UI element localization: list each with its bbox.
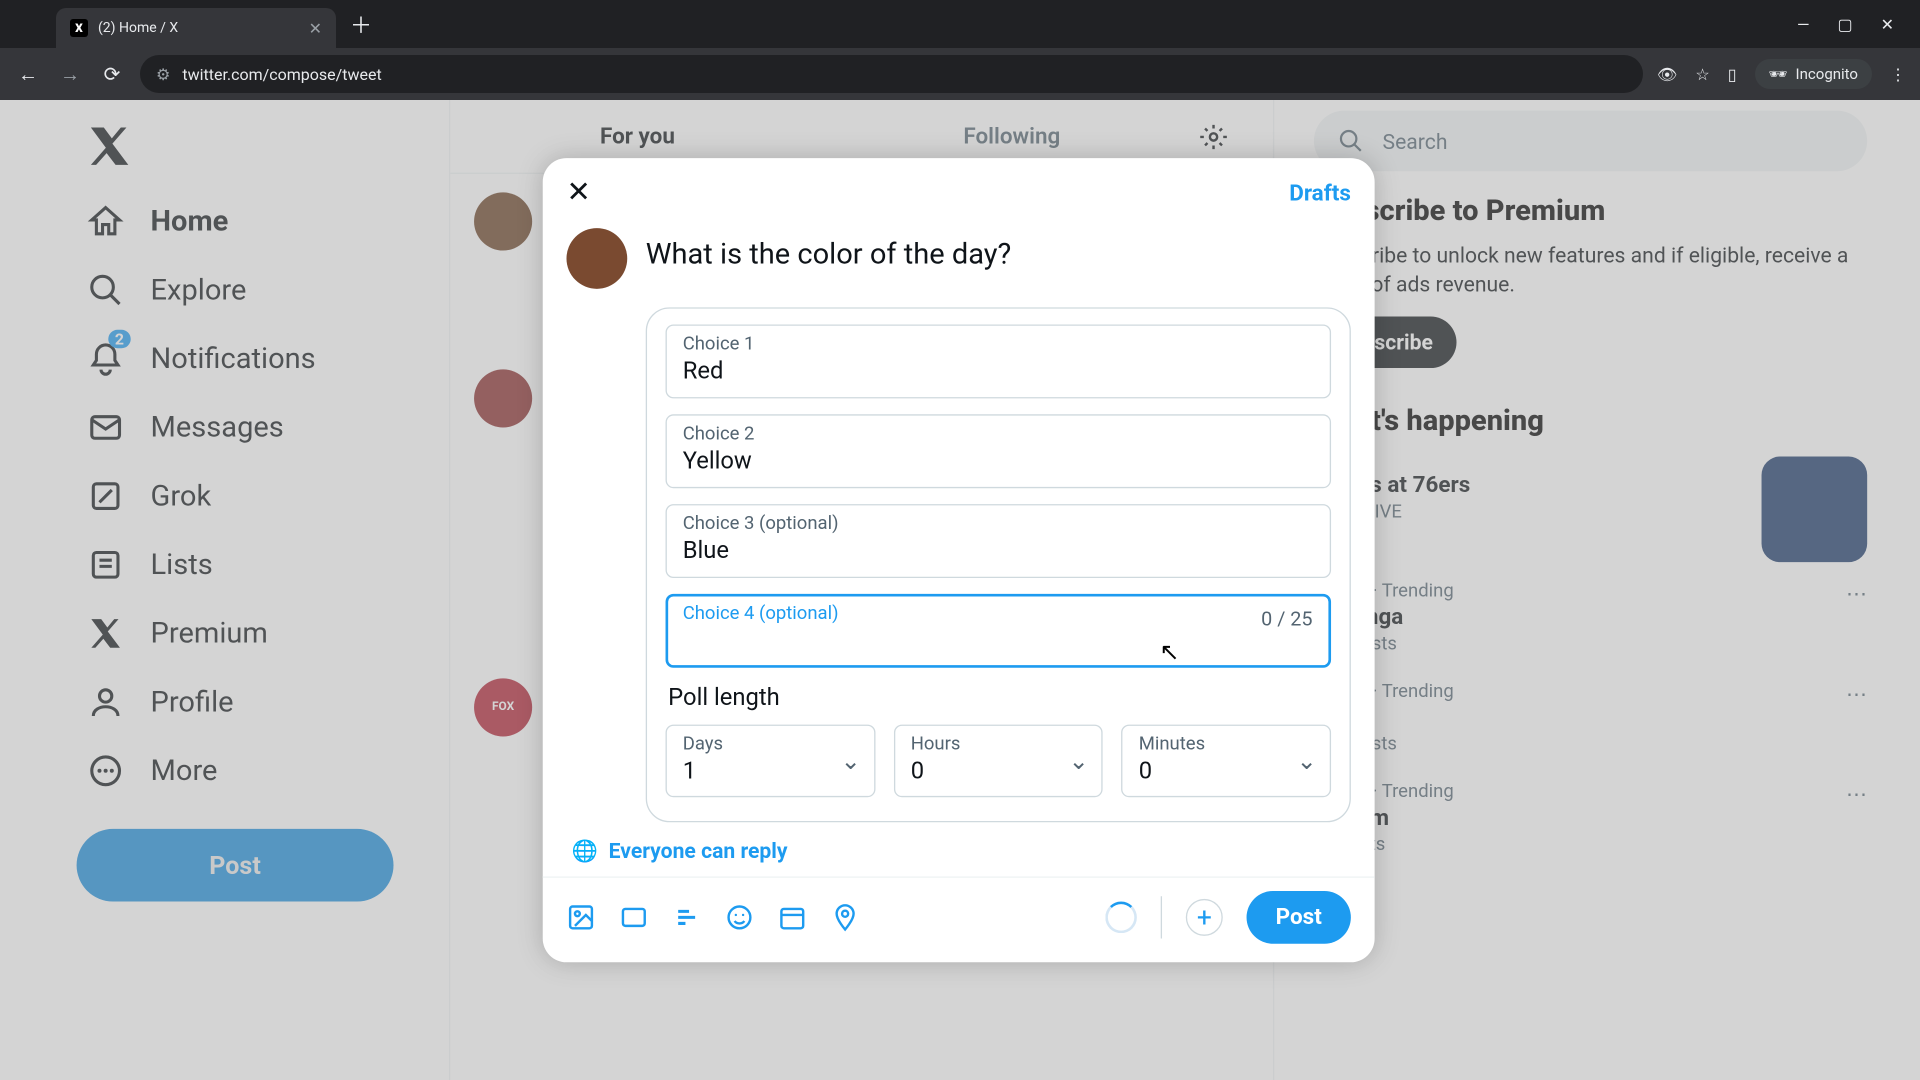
tab-title: (2) Home / X	[98, 20, 299, 36]
browser-tab-strip: X (2) Home / X ✕ ＋ — ▢ ✕	[0, 0, 1920, 48]
address-bar: ← → ⟳ ⚙ twitter.com/compose/tweet 👁 ☆ ▯ …	[0, 48, 1920, 100]
tab-close-icon[interactable]: ✕	[309, 19, 322, 38]
url-text: twitter.com/compose/tweet	[182, 65, 381, 84]
reply-label: Everyone can reply	[609, 838, 788, 863]
poll-choice-1[interactable]: Choice 1 Red	[666, 324, 1332, 398]
choice-value	[683, 627, 1314, 656]
choice-label: Choice 2	[683, 424, 1314, 445]
poll-choice-2[interactable]: Choice 2 Yellow	[666, 414, 1332, 488]
add-thread-button[interactable]: +	[1186, 899, 1223, 936]
choice-label: Choice 3 (optional)	[683, 513, 1314, 534]
select-label: Days	[683, 734, 858, 755]
poll-minutes-select[interactable]: Minutes 0 ⌄	[1122, 725, 1332, 798]
choice-value: Blue	[683, 537, 1314, 566]
nav-reload-icon[interactable]: ⟳	[98, 62, 126, 86]
poll-hours-select[interactable]: Hours 0 ⌄	[894, 725, 1104, 798]
eye-off-icon[interactable]: 👁	[1657, 65, 1677, 84]
globe-icon: 🌐	[572, 838, 598, 863]
bookmark-star-icon[interactable]: ☆	[1695, 65, 1709, 84]
select-label: Hours	[911, 734, 1086, 755]
choice-label: Choice 1	[683, 334, 1314, 355]
site-settings-icon[interactable]: ⚙	[156, 65, 170, 84]
post-button[interactable]: Post	[1247, 891, 1351, 944]
poll-days-select[interactable]: Days 1 ⌄	[666, 725, 876, 798]
incognito-badge[interactable]: 🕶 Incognito	[1755, 59, 1873, 89]
poll-editor: Choice 1 Red Choice 2 Yellow Choice 3 (o…	[646, 307, 1351, 822]
new-tab-button[interactable]: ＋	[350, 8, 372, 40]
choice-value: Red	[683, 357, 1314, 386]
poll-icon[interactable]	[672, 903, 701, 932]
choice-value: Yellow	[683, 447, 1314, 476]
nav-forward-icon: →	[56, 62, 84, 87]
divider	[1161, 896, 1162, 938]
select-label: Minutes	[1139, 734, 1314, 755]
panel-icon[interactable]: ▯	[1728, 65, 1737, 84]
chevron-down-icon: ⌄	[1297, 747, 1317, 775]
avatar	[566, 228, 627, 289]
incognito-label: Incognito	[1796, 65, 1858, 83]
emoji-icon[interactable]	[725, 903, 754, 932]
media-icon[interactable]	[566, 903, 595, 932]
incognito-icon: 🕶	[1769, 65, 1788, 83]
select-value: 0	[1139, 758, 1314, 786]
browser-menu-icon[interactable]: ⋮	[1890, 65, 1906, 84]
poll-choice-4[interactable]: Choice 4 (optional) 0 / 25	[666, 594, 1332, 668]
poll-length-label: Poll length	[668, 684, 1331, 712]
gif-icon[interactable]	[619, 903, 648, 932]
select-value: 1	[683, 758, 858, 786]
location-icon[interactable]	[831, 903, 860, 932]
nav-back-icon[interactable]: ←	[14, 62, 42, 87]
schedule-icon[interactable]	[778, 903, 807, 932]
compose-modal: ✕ Drafts What is the color of the day? C…	[543, 158, 1375, 962]
url-input[interactable]: ⚙ twitter.com/compose/tweet	[140, 55, 1643, 93]
window-maximize-icon[interactable]: ▢	[1837, 15, 1852, 34]
chevron-down-icon: ⌄	[1069, 747, 1089, 775]
drafts-link[interactable]: Drafts	[1289, 180, 1351, 206]
char-counter: 0 / 25	[1261, 607, 1312, 631]
x-favicon-icon: X	[70, 19, 88, 37]
poll-choice-3[interactable]: Choice 3 (optional) Blue	[666, 504, 1332, 578]
window-minimize-icon[interactable]: —	[1797, 15, 1810, 34]
browser-tab[interactable]: X (2) Home / X ✕	[56, 8, 336, 48]
close-icon[interactable]: ✕	[566, 177, 590, 210]
chevron-down-icon: ⌄	[841, 747, 861, 775]
reply-settings[interactable]: 🌐 Everyone can reply	[543, 822, 1375, 868]
compose-text-input[interactable]: What is the color of the day?	[646, 228, 1012, 289]
choice-label: Choice 4 (optional)	[683, 603, 1314, 624]
char-progress-icon	[1105, 902, 1137, 934]
select-value: 0	[911, 758, 1086, 786]
window-close-icon[interactable]: ✕	[1881, 15, 1894, 34]
